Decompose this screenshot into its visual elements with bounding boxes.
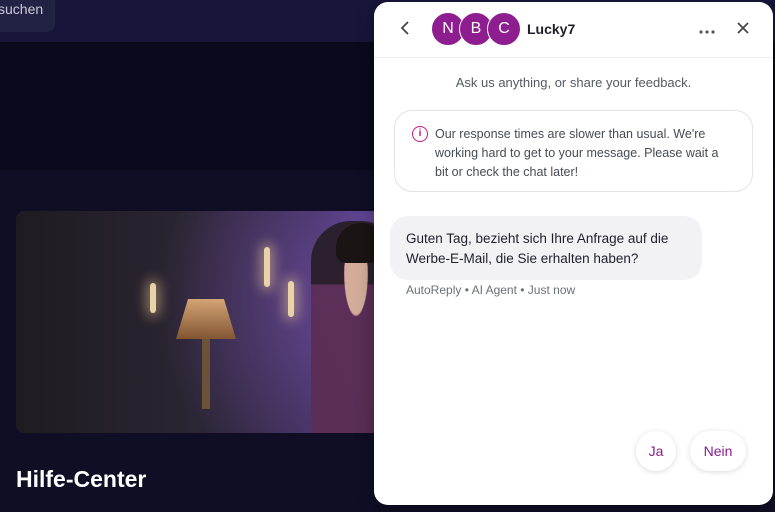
intro-text: Ask us anything, or share your feedback. [455, 75, 692, 90]
response-time-notice: i Our response times are slower than usu… [394, 110, 753, 192]
search-input[interactable]: suchen [0, 0, 55, 32]
chevron-left-icon [400, 21, 409, 35]
message-meta: AutoReply • AI Agent • Just now [406, 283, 576, 297]
info-icon: i [412, 126, 428, 142]
brand-name: Lucky7 [527, 21, 576, 37]
hero-image [16, 211, 416, 433]
agent-message-bubble: Guten Tag, bezieht sich Ihre Anfrage auf… [390, 216, 702, 280]
candle-decoration [264, 247, 270, 287]
chat-widget: N B C Lucky7 Ask us anything, or share y… [374, 2, 773, 505]
avatar: C [487, 12, 521, 46]
close-button[interactable] [731, 16, 755, 40]
candle-decoration [150, 283, 156, 313]
chat-header: N B C Lucky7 [374, 2, 773, 58]
more-horizontal-icon [699, 30, 715, 34]
back-button[interactable] [396, 18, 416, 40]
close-icon [737, 22, 749, 34]
candle-decoration [288, 281, 294, 317]
notice-text: Our response times are slower than usual… [435, 127, 719, 179]
quick-reply-yes-button[interactable]: Ja [636, 431, 676, 471]
lamp-shade-decoration [176, 299, 236, 339]
lamp-base-decoration [202, 339, 210, 409]
more-options-button[interactable] [695, 16, 719, 40]
quick-reply-no-button[interactable]: Nein [690, 431, 746, 471]
help-center-title: Hilfe-Center [16, 466, 147, 492]
